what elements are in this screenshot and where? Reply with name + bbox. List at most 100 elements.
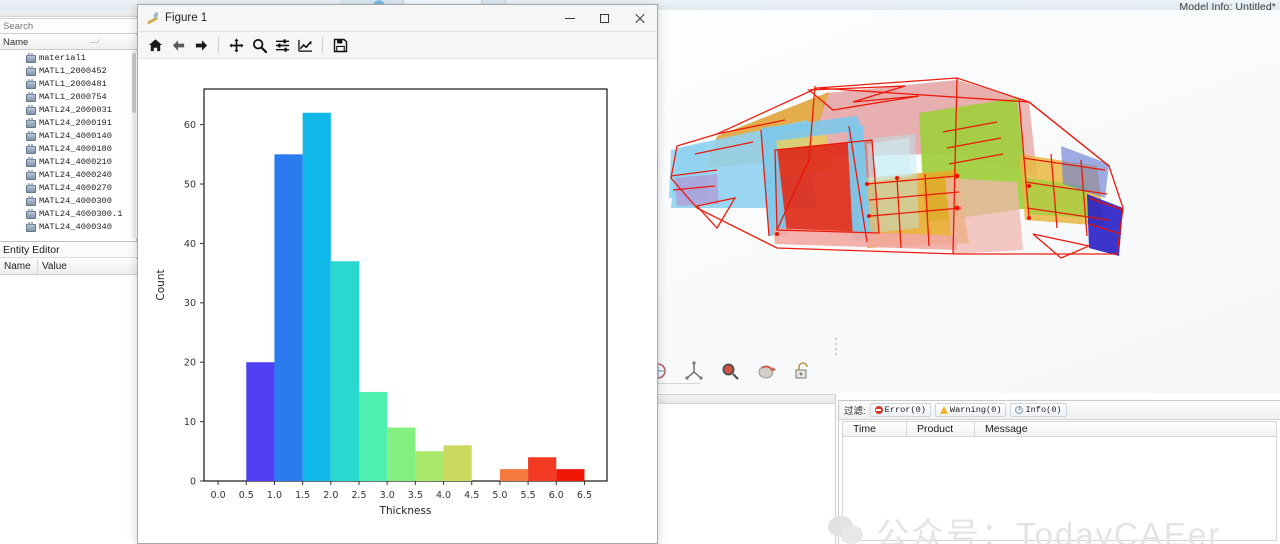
- x-tick-label: 4.0: [436, 490, 451, 501]
- toolbar-separator-2: [322, 36, 323, 54]
- x-tick-label: 3.0: [380, 490, 395, 501]
- tree-item-label: MATL24_2000031: [39, 104, 112, 115]
- tree-item[interactable]: MATL24_4000240: [0, 168, 137, 181]
- entity-editor-body[interactable]: [0, 275, 137, 544]
- bottom-pane-header: [658, 395, 835, 404]
- histogram-bar[interactable]: [387, 427, 416, 481]
- histogram-bar[interactable]: [528, 457, 557, 481]
- tree-item[interactable]: MATL24_4000210: [0, 155, 137, 168]
- figure-titlebar[interactable]: Figure 1: [138, 5, 657, 32]
- error-filter-label: Error(0): [884, 405, 926, 415]
- tree-item-label: MATL1_2000452: [39, 65, 107, 76]
- y-tick-label: 50: [184, 179, 196, 190]
- histogram-bar[interactable]: [246, 362, 275, 481]
- tree-item[interactable]: MATL24_4000340: [0, 220, 137, 233]
- model-browser-tree[interactable]: material1 MATL1_2000452 MATL1_2000481 MATL1…: [0, 51, 137, 238]
- tree-item-label: MATL24_4000210: [39, 156, 112, 167]
- subplot-config-icon[interactable]: [272, 35, 292, 55]
- material-icon: [26, 66, 36, 76]
- x-tick-label: 6.0: [549, 490, 564, 501]
- tree-item[interactable]: MATL24_4000180: [0, 142, 137, 155]
- car-body-model[interactable]: [657, 58, 1127, 308]
- entity-editor-title: Entity Editor: [0, 241, 137, 258]
- histogram-bar[interactable]: [302, 112, 331, 482]
- panel-resize-grip[interactable]: [833, 335, 838, 357]
- x-tick-label: 1.5: [295, 490, 310, 501]
- tree-item[interactable]: MATL24_2000191: [0, 116, 137, 129]
- tree-scrollbar[interactable]: [132, 51, 136, 238]
- search-input[interactable]: [0, 20, 130, 32]
- tree-item[interactable]: MATL1_2000452: [0, 64, 137, 77]
- figure-toolbar: [138, 32, 657, 59]
- tree-item[interactable]: MATL24_4000140: [0, 129, 137, 142]
- message-col-product: Product: [907, 422, 975, 436]
- tree-item-label: MATL24_4000340: [39, 221, 112, 232]
- tree-item-label: MATL24_4000300: [39, 195, 112, 206]
- bottom-left-pane[interactable]: [658, 394, 836, 544]
- sort-indicator-icon: [89, 39, 100, 43]
- tree-item-label: MATL24_4000270: [39, 182, 112, 193]
- histogram-bar[interactable]: [415, 451, 444, 481]
- material-icon: [26, 105, 36, 115]
- tree-item-label: MATL1_2000481: [39, 78, 107, 89]
- histogram-plot[interactable]: 0.0 0.5 1.0 1.5 2.0 2.5 3.0 3.5 4.0 4.5 5.0 5.5 6.0 6…: [138, 59, 657, 543]
- message-table-header: Time Product Message: [842, 421, 1277, 437]
- edit-curves-icon[interactable]: [295, 35, 315, 55]
- warning-filter-label: Warning(0): [949, 405, 1002, 415]
- minimize-button[interactable]: [552, 5, 587, 31]
- panel-top-bar: [0, 10, 137, 17]
- y-axis-label: Count: [155, 269, 167, 300]
- warning-filter-chip[interactable]: Warning(0): [934, 403, 1007, 417]
- back-arrow-icon[interactable]: [168, 35, 188, 55]
- tree-item[interactable]: MATL1_2000481: [0, 77, 137, 90]
- material-icon: [26, 183, 36, 193]
- material-icon: [26, 157, 36, 167]
- histogram-bar[interactable]: [274, 154, 303, 481]
- error-icon: [874, 406, 883, 414]
- histogram-bar[interactable]: [443, 445, 472, 481]
- error-filter-chip[interactable]: Error(0): [869, 403, 931, 417]
- zoom-icon[interactable]: [249, 35, 269, 55]
- search-row[interactable]: [0, 18, 137, 34]
- window-controls: [552, 5, 657, 31]
- lock-view-icon[interactable]: [791, 360, 813, 382]
- figure-window-title: Figure 1: [165, 12, 208, 24]
- pan-icon[interactable]: [226, 35, 246, 55]
- tree-item-label: MATL1_2000754: [39, 91, 107, 102]
- tree-item[interactable]: MATL24_4000300: [0, 194, 137, 207]
- tree-item[interactable]: material1: [0, 51, 137, 64]
- histogram-bar[interactable]: [359, 391, 388, 481]
- save-icon[interactable]: [330, 35, 350, 55]
- view-toolbar[interactable]: [647, 360, 813, 382]
- tree-column-header-label: Name: [3, 37, 29, 48]
- histogram-bar[interactable]: [330, 261, 359, 481]
- zoom-region-icon[interactable]: [719, 360, 741, 382]
- tree-column-header[interactable]: Name: [0, 35, 137, 50]
- tree-item[interactable]: MATL24_2000031: [0, 103, 137, 116]
- tree-item-label: MATL24_4000300.1: [39, 208, 123, 219]
- histogram-bar[interactable]: [556, 469, 585, 481]
- entity-editor-columns: Name Value: [0, 259, 137, 275]
- maximize-button[interactable]: [587, 5, 622, 31]
- rotate-view-icon[interactable]: [755, 360, 777, 382]
- tree-item[interactable]: MATL1_2000754: [0, 90, 137, 103]
- close-button[interactable]: [622, 5, 657, 31]
- material-icon: [26, 222, 36, 232]
- material-icon: [26, 144, 36, 154]
- warning-icon: [939, 406, 948, 414]
- message-table-body[interactable]: [842, 437, 1277, 541]
- material-icon: [26, 196, 36, 206]
- x-tick-label: 0.0: [211, 490, 226, 501]
- matplotlib-icon: [146, 11, 160, 25]
- y-tick-label: 20: [184, 358, 196, 369]
- info-filter-chip[interactable]: Info(0): [1010, 403, 1067, 417]
- home-icon[interactable]: [145, 35, 165, 55]
- figure-window[interactable]: Figure 1 0.0 0.5 1.0 1.5 2.0 2.5 3.0 3.5…: [137, 4, 658, 544]
- histogram-bar[interactable]: [499, 469, 529, 481]
- axis-triad-icon[interactable]: [683, 360, 705, 382]
- forward-arrow-icon[interactable]: [191, 35, 211, 55]
- figure-canvas[interactable]: 0.0 0.5 1.0 1.5 2.0 2.5 3.0 3.5 4.0 4.5 5.0 5.5 6.0 6…: [138, 59, 657, 543]
- tree-item[interactable]: MATL24_4000270: [0, 181, 137, 194]
- message-col-time: Time: [843, 422, 907, 436]
- tree-item[interactable]: MATL24_4000300.1: [0, 207, 137, 220]
